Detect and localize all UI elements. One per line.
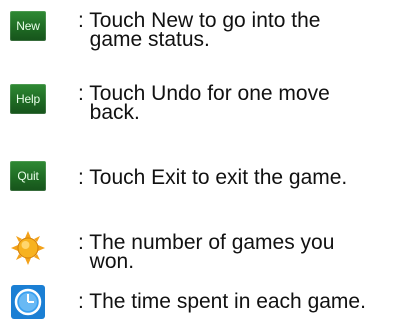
time-spent-description: : The time spent in each game.	[78, 290, 366, 313]
help-button[interactable]: Help	[10, 84, 46, 114]
sun-icon	[11, 231, 45, 265]
new-button[interactable]: New	[10, 11, 46, 41]
quit-button[interactable]: Quit	[10, 161, 46, 191]
help-description: : Touch Undo for one move back.	[78, 82, 330, 124]
quit-description: : Touch Exit to exit the game.	[78, 166, 348, 189]
clock-icon	[11, 285, 45, 319]
games-won-description: : The number of games you won.	[78, 231, 335, 273]
new-description: : Touch New to go into the game status.	[78, 9, 321, 51]
